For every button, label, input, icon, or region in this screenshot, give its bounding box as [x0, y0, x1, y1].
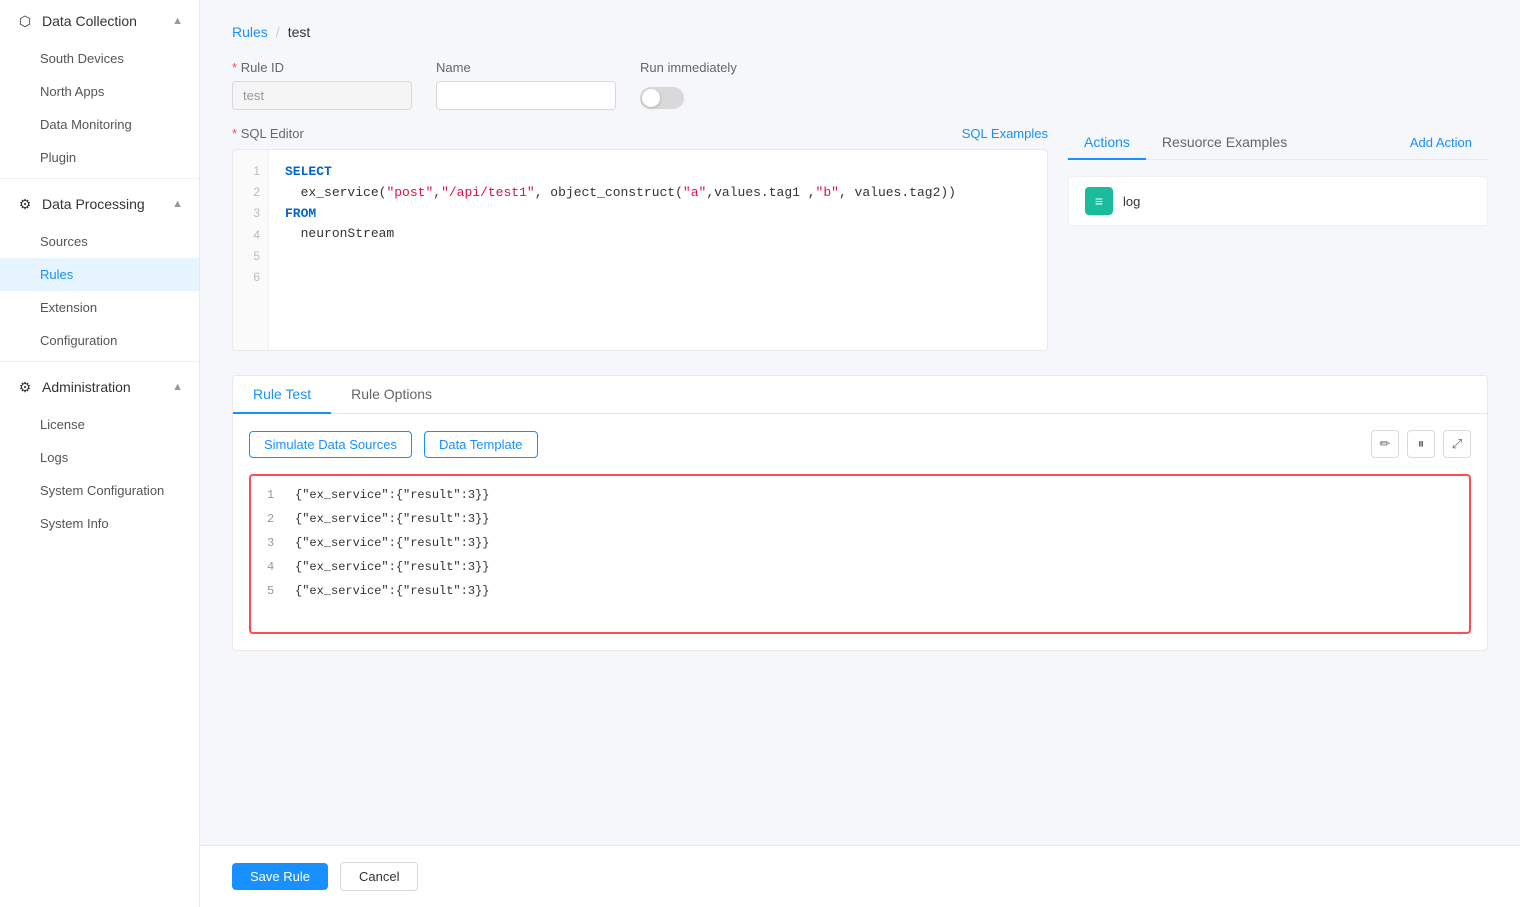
data-collection-icon: ⬡: [16, 12, 34, 30]
sidebar-item-configuration[interactable]: Configuration: [0, 324, 199, 357]
sidebar-item-extension[interactable]: Extension: [0, 291, 199, 324]
output-line-4: 4 {"ex_service":{"result":3}}: [267, 560, 1453, 574]
left-panel: * SQL Editor SQL Examples 1 2 3 4 5 6: [232, 126, 1048, 351]
cancel-button[interactable]: Cancel: [340, 862, 418, 891]
line-num-6: 6: [241, 268, 260, 287]
breadcrumb-parent[interactable]: Rules: [232, 24, 268, 40]
sidebar-group-administration[interactable]: ⚙ Administration ▲: [0, 366, 199, 408]
tab-rule-options[interactable]: Rule Options: [331, 376, 452, 414]
line-num-1: 1: [241, 162, 260, 181]
sidebar-group-label-data-processing: Data Processing: [42, 196, 145, 212]
code-line-3: FROM: [285, 204, 1031, 225]
sidebar: ⬡ Data Collection ▲ South Devices North …: [0, 0, 200, 907]
chevron-up-icon-admin: ▲: [172, 381, 183, 393]
name-input[interactable]: [436, 81, 616, 110]
sidebar-section-data-processing: ⚙ Data Processing ▲ Sources Rules Extens…: [0, 183, 199, 357]
breadcrumb-separator: /: [276, 24, 280, 40]
action-log-name: log: [1123, 194, 1140, 209]
main-content: Rules / test * Rule ID Name Run immediat…: [200, 0, 1520, 907]
sql-editor-box: 1 2 3 4 5 6 SELECT ex_service("post","/a…: [232, 149, 1048, 351]
run-immediately-toggle[interactable]: [640, 87, 684, 109]
sidebar-section-administration: ⚙ Administration ▲ License Logs System C…: [0, 366, 199, 540]
administration-icon: ⚙: [16, 378, 34, 396]
name-label: Name: [436, 60, 616, 75]
bottom-section: Rule Test Rule Options Simulate Data Sou…: [232, 375, 1488, 651]
code-area[interactable]: SELECT ex_service("post","/api/test1", o…: [269, 150, 1047, 350]
action-item-log: ≡ log: [1068, 176, 1488, 226]
output-line-3: 3 {"ex_service":{"result":3}}: [267, 536, 1453, 550]
sidebar-group-label-data-collection: Data Collection: [42, 13, 137, 29]
right-panel: Actions Resuorce Examples Add Action ≡ l…: [1068, 126, 1488, 226]
sql-editor-header: * SQL Editor SQL Examples: [232, 126, 1048, 141]
form-row: * Rule ID Name Run immediately: [232, 60, 1488, 110]
sidebar-group-label-administration: Administration: [42, 379, 131, 395]
output-line-5: 5 {"ex_service":{"result":3}}: [267, 584, 1453, 598]
sidebar-item-system-configuration[interactable]: System Configuration: [0, 474, 199, 507]
toolbar-icons: ✏ ⏸ ⤢: [1371, 430, 1471, 458]
add-action-button[interactable]: Add Action: [1394, 126, 1488, 159]
expand-icon-button[interactable]: ⤢: [1443, 430, 1471, 458]
content-area: Rules / test * Rule ID Name Run immediat…: [200, 0, 1520, 845]
sidebar-group-data-processing[interactable]: ⚙ Data Processing ▲: [0, 183, 199, 225]
output-box: 1 {"ex_service":{"result":3}} 2 {"ex_ser…: [249, 474, 1471, 634]
rule-test-toolbar: Simulate Data Sources Data Template ✏ ⏸ …: [249, 430, 1471, 458]
simulate-data-sources-button[interactable]: Simulate Data Sources: [249, 431, 412, 458]
sidebar-item-south-devices[interactable]: South Devices: [0, 42, 199, 75]
rule-id-input[interactable]: [232, 81, 412, 110]
sidebar-item-sources[interactable]: Sources: [0, 225, 199, 258]
pause-icon-button[interactable]: ⏸: [1407, 430, 1435, 458]
chevron-up-icon-processing: ▲: [172, 198, 183, 210]
breadcrumb: Rules / test: [232, 24, 1488, 40]
sidebar-group-data-collection[interactable]: ⬡ Data Collection ▲: [0, 0, 199, 42]
sidebar-item-plugin[interactable]: Plugin: [0, 141, 199, 174]
code-line-2: ex_service("post","/api/test1", object_c…: [285, 183, 1031, 204]
tab-rule-test[interactable]: Rule Test: [233, 376, 331, 414]
rule-id-label: * Rule ID: [232, 60, 412, 75]
field-run-immediately: Run immediately: [640, 60, 737, 109]
sidebar-item-license[interactable]: License: [0, 408, 199, 441]
field-rule-id: * Rule ID: [232, 60, 412, 110]
actions-tabs: Actions Resuorce Examples Add Action: [1068, 126, 1488, 160]
line-num-4: 4: [241, 226, 260, 245]
bottom-content: Simulate Data Sources Data Template ✏ ⏸ …: [233, 414, 1487, 650]
run-immediately-label: Run immediately: [640, 60, 737, 75]
action-log-icon: ≡: [1085, 187, 1113, 215]
output-line-1: 1 {"ex_service":{"result":3}}: [267, 488, 1453, 502]
data-template-button[interactable]: Data Template: [424, 431, 538, 458]
bottom-tabs: Rule Test Rule Options: [233, 376, 1487, 414]
data-processing-icon: ⚙: [16, 195, 34, 213]
line-num-3: 3: [241, 204, 260, 223]
sql-examples-link[interactable]: SQL Examples: [962, 126, 1048, 141]
sql-editor-label: * SQL Editor: [232, 126, 304, 141]
code-line-1: SELECT: [285, 162, 1031, 183]
tab-actions[interactable]: Actions: [1068, 126, 1146, 160]
sidebar-item-system-info[interactable]: System Info: [0, 507, 199, 540]
sidebar-section-data-collection: ⬡ Data Collection ▲ South Devices North …: [0, 0, 199, 174]
breadcrumb-current: test: [288, 24, 311, 40]
sql-editor-content[interactable]: 1 2 3 4 5 6 SELECT ex_service("post","/a…: [233, 150, 1047, 350]
line-num-2: 2: [241, 183, 260, 202]
code-line-4: neuronStream: [285, 224, 1031, 245]
save-rule-button[interactable]: Save Rule: [232, 863, 328, 890]
sidebar-item-north-apps[interactable]: North Apps: [0, 75, 199, 108]
two-panel: * SQL Editor SQL Examples 1 2 3 4 5 6: [232, 126, 1488, 351]
clear-icon-button[interactable]: ✏: [1371, 430, 1399, 458]
sidebar-item-rules[interactable]: Rules: [0, 258, 199, 291]
line-num-5: 5: [241, 247, 260, 266]
toggle-knob: [642, 89, 660, 107]
log-icon-symbol: ≡: [1095, 193, 1103, 209]
sidebar-item-logs[interactable]: Logs: [0, 441, 199, 474]
code-line-5: [285, 245, 1031, 266]
field-name: Name: [436, 60, 616, 110]
code-line-6: [285, 266, 1031, 287]
sidebar-item-data-monitoring[interactable]: Data Monitoring: [0, 108, 199, 141]
output-line-2: 2 {"ex_service":{"result":3}}: [267, 512, 1453, 526]
page-footer: Save Rule Cancel: [200, 845, 1520, 907]
tab-resource-examples[interactable]: Resuorce Examples: [1146, 126, 1303, 160]
line-numbers: 1 2 3 4 5 6: [233, 150, 269, 350]
chevron-up-icon: ▲: [172, 15, 183, 27]
